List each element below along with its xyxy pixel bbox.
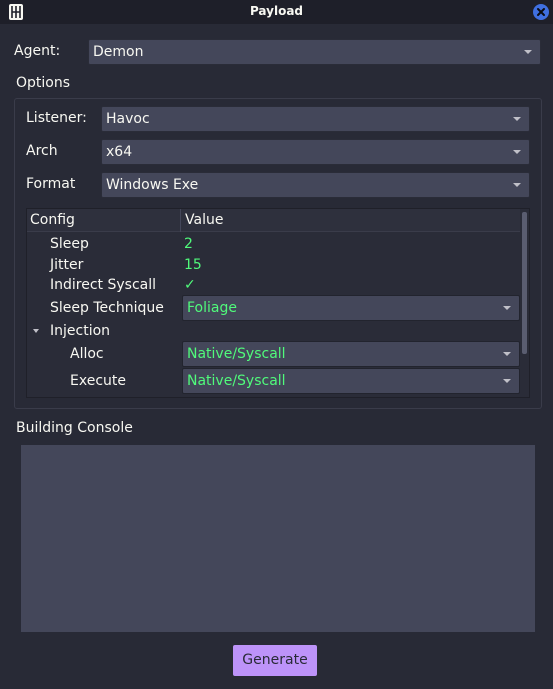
console-title: Building Console bbox=[16, 420, 133, 436]
format-select-value: Windows Exe bbox=[106, 177, 199, 193]
config-tree-header: Config Value bbox=[27, 209, 521, 232]
sleep-technique-value: Foliage bbox=[187, 300, 237, 316]
agent-label: Agent: bbox=[14, 43, 61, 59]
config-value-sleep[interactable]: 2 bbox=[184, 236, 193, 252]
chevron-down-icon bbox=[513, 183, 521, 187]
config-key-injection[interactable]: Injection bbox=[50, 323, 110, 339]
listener-select-value: Havoc bbox=[106, 111, 150, 127]
arch-label: Arch bbox=[26, 143, 58, 159]
arch-select-value: x64 bbox=[106, 144, 133, 160]
close-icon bbox=[537, 8, 545, 16]
listener-select[interactable]: Havoc bbox=[101, 106, 530, 132]
alloc-value: Native/Syscall bbox=[187, 346, 286, 362]
config-key-jitter: Jitter bbox=[50, 257, 84, 273]
format-label: Format bbox=[26, 176, 76, 192]
title-bar: Payload bbox=[0, 0, 553, 24]
chevron-down-icon bbox=[513, 150, 521, 154]
config-key-sleep-technique: Sleep Technique bbox=[50, 300, 164, 316]
alloc-select[interactable]: Native/Syscall bbox=[182, 341, 520, 367]
config-key-indirect-syscall: Indirect Syscall bbox=[50, 277, 156, 293]
options-title: Options bbox=[16, 75, 71, 91]
agent-select[interactable]: Demon bbox=[88, 39, 541, 65]
agent-select-value: Demon bbox=[93, 44, 144, 60]
close-button[interactable] bbox=[533, 4, 549, 20]
listener-label: Listener: bbox=[26, 110, 87, 126]
value-column-header[interactable]: Value bbox=[185, 212, 223, 228]
chevron-down-icon bbox=[503, 352, 511, 356]
execute-value: Native/Syscall bbox=[187, 373, 286, 389]
chevron-down-icon bbox=[503, 306, 511, 310]
building-console[interactable] bbox=[21, 445, 535, 632]
arch-select[interactable]: x64 bbox=[101, 139, 530, 165]
scrollbar-thumb[interactable] bbox=[522, 212, 527, 354]
indirect-syscall-checkbox[interactable]: ✓ bbox=[184, 277, 196, 293]
generate-button[interactable]: Generate bbox=[233, 645, 317, 676]
column-divider bbox=[180, 209, 181, 232]
chevron-down-icon bbox=[524, 50, 532, 54]
config-key-execute: Execute bbox=[70, 373, 126, 389]
config-key-alloc: Alloc bbox=[70, 346, 104, 362]
config-key-sleep: Sleep bbox=[50, 236, 89, 252]
config-tree[interactable]: Config Value Sleep 2 Jitter 15 Indirect … bbox=[26, 208, 530, 398]
execute-select[interactable]: Native/Syscall bbox=[182, 368, 520, 394]
expand-arrow-icon[interactable] bbox=[33, 329, 39, 333]
config-tree-scrollbar[interactable] bbox=[520, 209, 529, 397]
chevron-down-icon bbox=[503, 379, 511, 383]
chevron-down-icon bbox=[513, 117, 521, 121]
config-column-header[interactable]: Config bbox=[30, 212, 75, 228]
sleep-technique-select[interactable]: Foliage bbox=[182, 295, 520, 321]
window-title: Payload bbox=[249, 4, 304, 18]
format-select[interactable]: Windows Exe bbox=[101, 172, 530, 198]
config-value-jitter[interactable]: 15 bbox=[184, 257, 202, 273]
